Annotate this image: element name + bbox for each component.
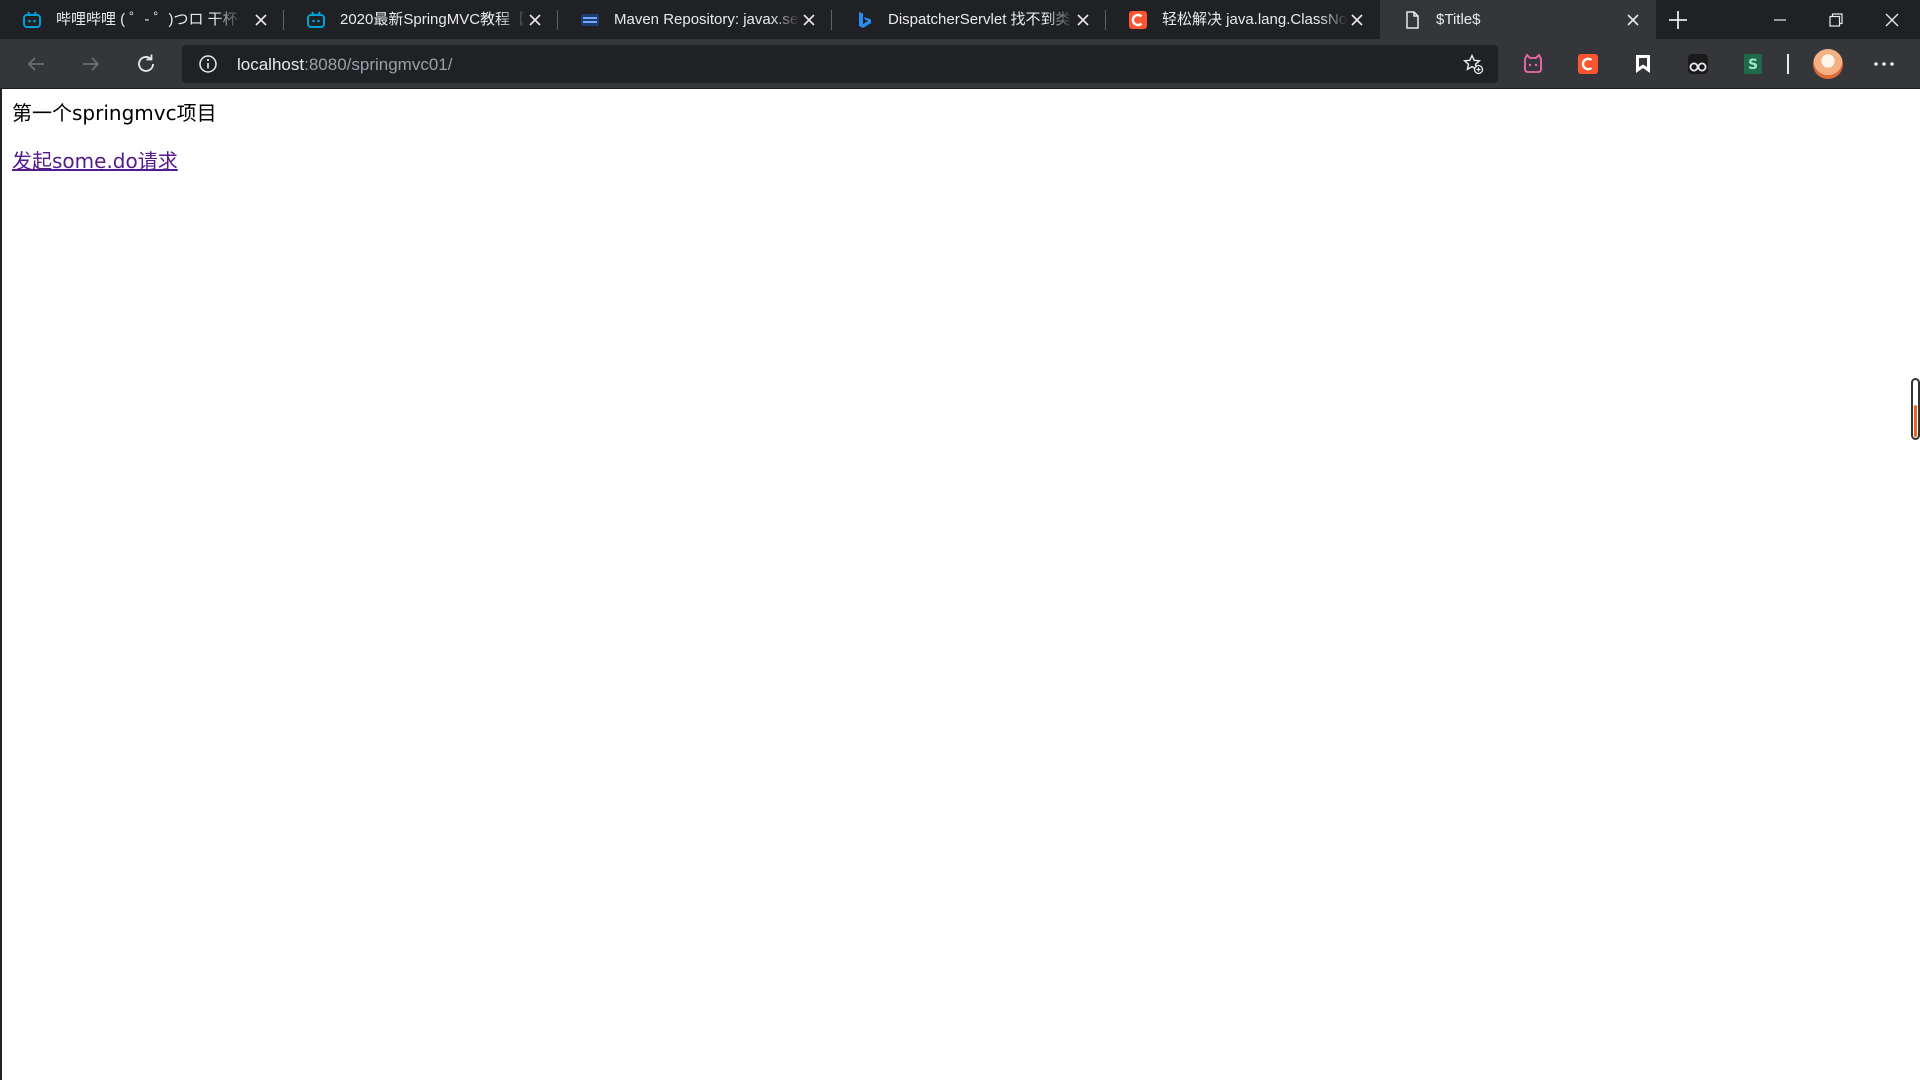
tab-title: 哔哩哔哩 ( ゜- ゜)つロ 干杯~-bilibili — [56, 11, 242, 28]
restore-icon — [1829, 13, 1843, 27]
back-arrow-icon — [27, 57, 44, 71]
new-tab-plus-icon[interactable] — [1664, 6, 1692, 34]
tab-title: $Title$ — [1436, 11, 1481, 28]
add-favorite-star-icon[interactable] — [1462, 53, 1484, 75]
close-icon[interactable] — [800, 11, 818, 29]
tab-bilibili-home[interactable]: 哔哩哔哩 ( ゜- ゜)つロ 干杯~-bilibili — [0, 0, 284, 39]
browser-window: 哔哩哔哩 ( ゜- ゜)つロ 干杯~-bilibili 2020最新Spring… — [0, 0, 1920, 1080]
tab-springmvc-course[interactable]: 2020最新SpringMVC教程【IDEA版】 — [284, 0, 558, 39]
page-icon — [1406, 11, 1419, 29]
some-do-request-link[interactable]: 发起some.do请求 — [12, 149, 178, 173]
tampermonkey-extension-icon[interactable] — [1686, 52, 1710, 76]
minimize-button[interactable] — [1752, 0, 1808, 39]
forward-arrow-icon — [83, 57, 100, 71]
close-icon[interactable] — [252, 11, 270, 29]
tab-csdn-article[interactable]: 轻松解决 java.lang.ClassNotFoundException — [1106, 0, 1380, 39]
tab-title: 轻松解决 java.lang.ClassNotFoundException — [1162, 11, 1348, 28]
url-path: :8080/springmvc01/ — [304, 55, 453, 74]
tab-maven-repository[interactable]: Maven Repository: javax.servlet — [558, 0, 832, 39]
csdn-icon — [1129, 11, 1147, 29]
tab-strip: 哔哩哔哩 ( ゜- ゜)つロ 干杯~-bilibili 2020最新Spring… — [0, 0, 1920, 39]
close-icon[interactable] — [526, 11, 544, 29]
browser-toolbar: localhost:8080/springmvc01/ S — [0, 39, 1920, 89]
url-host: localhost — [237, 55, 305, 74]
bookmark-extension-icon[interactable] — [1631, 52, 1655, 76]
tab-title: DispatcherServlet 找不到类 - 必应 — [888, 11, 1074, 28]
back-button[interactable] — [20, 48, 52, 80]
profile-avatar[interactable] — [1813, 49, 1843, 79]
toolbar-divider — [1787, 54, 1789, 74]
close-icon[interactable] — [1074, 11, 1092, 29]
page-viewport: 第一个springmvc项目 发起some.do请求 — [0, 89, 1920, 1080]
address-bar[interactable]: localhost:8080/springmvc01/ — [182, 45, 1498, 83]
csdn-extension-icon[interactable] — [1576, 52, 1600, 76]
tab-title: Maven Repository: javax.servlet — [614, 11, 800, 28]
url-text[interactable]: localhost:8080/springmvc01/ — [237, 55, 452, 74]
cat-extension-icon[interactable] — [1521, 52, 1545, 76]
tab-title: 2020最新SpringMVC教程【IDEA版】 — [340, 11, 526, 28]
scroll-indicator-fill — [1914, 405, 1917, 437]
close-icon[interactable] — [1624, 11, 1642, 29]
forward-button[interactable] — [75, 48, 107, 80]
maven-icon — [581, 14, 599, 26]
bing-icon — [859, 12, 871, 28]
bilibili-icon — [307, 11, 325, 28]
reload-button[interactable] — [130, 48, 162, 80]
reload-icon — [138, 54, 154, 72]
more-menu-icon[interactable] — [1870, 52, 1898, 76]
restore-button[interactable] — [1808, 0, 1864, 39]
site-info-icon[interactable] — [198, 54, 218, 74]
bilibili-icon — [23, 11, 41, 28]
minimize-icon — [1774, 19, 1786, 21]
close-icon — [1885, 13, 1899, 27]
page-heading: 第一个springmvc项目 — [12, 101, 217, 125]
close-icon[interactable] — [1348, 11, 1366, 29]
tab-current-page[interactable]: $Title$ — [1380, 0, 1656, 39]
s-extension-icon[interactable]: S — [1741, 52, 1765, 76]
svg-text:S: S — [1748, 57, 1758, 73]
scroll-indicator[interactable] — [1911, 378, 1920, 440]
tab-bing-search[interactable]: DispatcherServlet 找不到类 - 必应 — [832, 0, 1106, 39]
close-window-button[interactable] — [1864, 0, 1920, 39]
